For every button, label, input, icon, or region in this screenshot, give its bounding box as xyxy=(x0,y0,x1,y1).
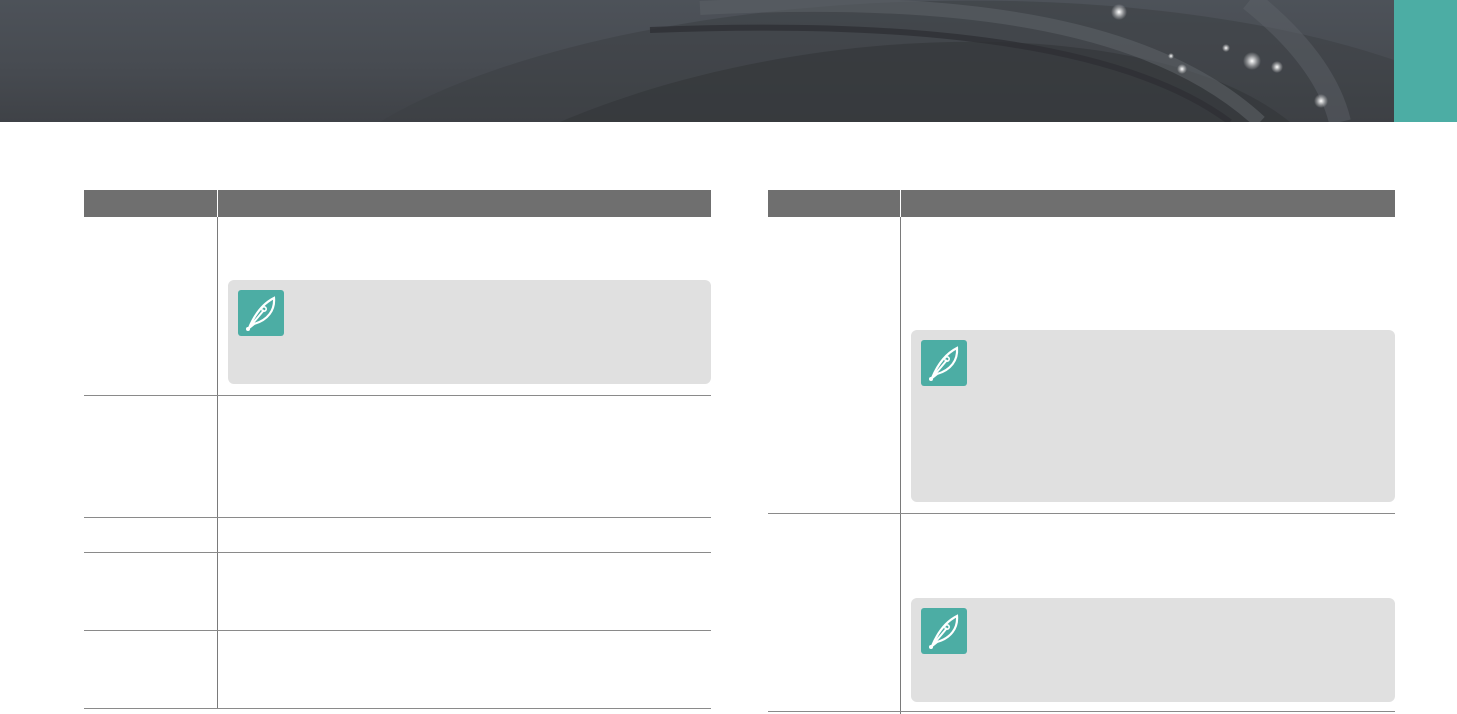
row-separator xyxy=(768,711,1395,712)
note-box xyxy=(228,280,711,384)
table-row xyxy=(768,514,1395,711)
table-row xyxy=(84,396,711,517)
header-description xyxy=(229,190,699,217)
chapter-tab[interactable] xyxy=(1394,0,1457,122)
note-box xyxy=(911,330,1395,502)
header-option xyxy=(94,190,204,217)
table-header xyxy=(768,190,1395,217)
note-pen-icon xyxy=(921,340,967,386)
lens-graphic xyxy=(380,0,1394,122)
table-row xyxy=(84,518,711,552)
row-separator xyxy=(84,708,711,709)
header-banner xyxy=(0,0,1394,122)
table-row xyxy=(84,631,711,708)
note-pen-icon xyxy=(238,290,284,336)
table-header xyxy=(84,190,711,217)
table-row xyxy=(84,217,711,395)
header-description xyxy=(913,190,1383,217)
left-settings-table xyxy=(84,190,711,710)
note-box xyxy=(911,598,1395,702)
table-row xyxy=(84,553,711,630)
note-pen-icon xyxy=(921,608,967,654)
right-settings-table xyxy=(768,190,1395,714)
table-row xyxy=(768,217,1395,513)
header-option xyxy=(778,190,888,217)
